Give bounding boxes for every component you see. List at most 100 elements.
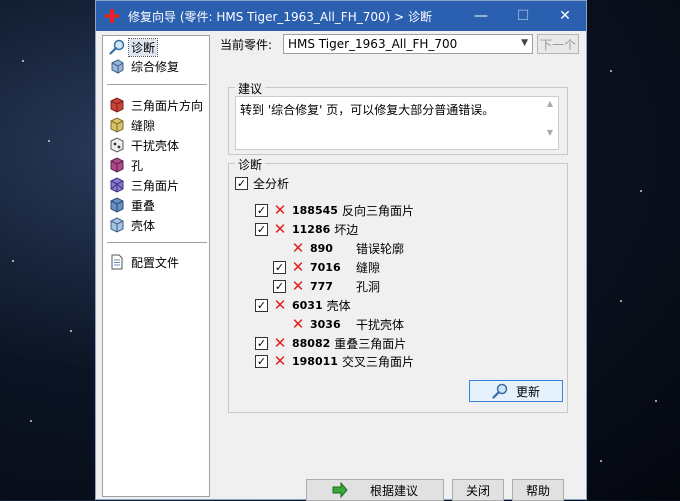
error-x-icon: ✕ — [291, 239, 305, 257]
sidebar-divider — [107, 242, 207, 243]
diag-checkbox[interactable]: ✓ — [255, 336, 268, 350]
scroll-down-icon: ▼ — [546, 128, 554, 137]
error-x-icon: ✕ — [273, 352, 287, 370]
sidebar-item-normals[interactable]: 三角面片方向 — [109, 96, 205, 114]
diag-row-holes[interactable]: ✓ ✕ 777 孔洞 — [273, 277, 380, 295]
star — [600, 460, 602, 462]
sidebar-item-label: 重叠 — [131, 198, 156, 213]
title-bar[interactable]: 修复向导 (零件: HMS Tiger_1963_All_FH_700) > 诊… — [96, 1, 586, 31]
diag-row-overlapping-triangles[interactable]: ✓ ✕ 88082 重叠三角面片 — [255, 334, 406, 352]
intersecting-shells-icon — [110, 137, 124, 153]
diag-count: 7016 — [310, 260, 341, 274]
diag-label: 坏边 — [334, 222, 359, 237]
help-button[interactable]: 帮助 — [512, 479, 564, 501]
diag-label: 重叠三角面片 — [334, 336, 407, 351]
diag-label: 干扰壳体 — [356, 317, 405, 332]
diag-row-bad-contours: ✕ 890 错误轮廓 — [291, 239, 404, 257]
sidebar-item-label: 孔 — [131, 158, 144, 173]
diag-row-inverted-normals[interactable]: ✓ ✕ 188545 反向三角面片 — [255, 201, 414, 219]
sidebar-item-intersecting-shells[interactable]: 干扰壳体 — [109, 136, 181, 154]
sidebar-item-shells[interactable]: 壳体 — [109, 216, 157, 234]
star — [22, 60, 24, 62]
minimize-button[interactable]: — — [460, 1, 502, 31]
sidebar-item-diagnosis[interactable]: 诊断 — [109, 37, 159, 57]
sidebar-item-label: 三角面片方向 — [131, 98, 204, 113]
sidebar-item-label: 综合修复 — [131, 59, 180, 74]
update-button-label: 更新 — [515, 384, 540, 399]
sidebar-item-holes[interactable]: 孔 — [109, 156, 145, 174]
overlap-icon — [110, 197, 124, 213]
advice-group: 建议 转到 '综合修复' 页，可以修复大部分普通错误。 ▲ ▼ — [228, 80, 568, 155]
hole-icon — [110, 157, 124, 173]
apply-advice-button[interactable]: 根据建议 — [306, 479, 444, 501]
diag-count: 198011 — [292, 354, 338, 368]
diag-label: 交叉三角面片 — [341, 354, 414, 369]
sidebar-item-label: 配置文件 — [131, 255, 180, 270]
star — [640, 190, 642, 192]
error-x-icon: ✕ — [273, 296, 287, 314]
repair-wizard-window: 修复向导 (零件: HMS Tiger_1963_All_FH_700) > 诊… — [95, 0, 587, 501]
diag-checkbox[interactable]: ✓ — [255, 222, 268, 236]
star — [655, 400, 657, 402]
app-cross-icon — [105, 9, 119, 23]
full-analysis-checkbox-row[interactable]: ✓ 全分析 — [235, 174, 289, 192]
sidebar-item-fix-wizard[interactable]: 综合修复 — [109, 57, 181, 75]
sidebar-item-triangles[interactable]: 三角面片 — [109, 176, 181, 194]
sidebar-item-label: 三角面片 — [131, 178, 180, 193]
error-x-icon: ✕ — [273, 334, 287, 352]
diag-row-intersecting-triangles[interactable]: ✓ ✕ 198011 交叉三角面片 — [255, 352, 414, 370]
diag-row-bad-edges[interactable]: ✓ ✕ 11286 坏边 — [255, 220, 358, 238]
diag-count: 3036 — [310, 317, 341, 331]
full-analysis-checkbox[interactable]: ✓ — [235, 176, 248, 190]
advice-textbox[interactable]: 转到 '综合修复' 页，可以修复大部分普通错误。 ▲ ▼ — [235, 96, 559, 150]
sidebar-item-label: 干扰壳体 — [131, 138, 180, 153]
sidebar-item-label: 诊断 — [127, 37, 159, 57]
sidebar-item-label: 缝隙 — [131, 118, 156, 133]
advice-scrollbar[interactable]: ▲ ▼ — [544, 99, 556, 147]
diag-checkbox[interactable]: ✓ — [273, 279, 286, 293]
advice-group-title: 建议 — [235, 80, 266, 97]
current-part-value: HMS Tiger_1963_All_FH_700 — [288, 37, 458, 51]
wizard-sidebar: 诊断 综合修复 三角面片方向 缝隙 干扰壳体 孔 三角面片 重叠 壳体 配置文件 — [102, 35, 210, 497]
diag-checkbox[interactable]: ✓ — [273, 260, 286, 274]
current-part-select[interactable]: HMS Tiger_1963_All_FH_700 ▼ — [283, 34, 533, 54]
sidebar-item-profile[interactable]: 配置文件 — [109, 253, 181, 271]
sidebar-item-overlap[interactable]: 重叠 — [109, 196, 157, 214]
maximize-button[interactable]: ☐ — [502, 1, 544, 31]
diag-label: 错误轮廓 — [356, 241, 405, 256]
error-x-icon: ✕ — [273, 201, 287, 219]
star — [30, 420, 32, 422]
diagnosis-group-title: 诊断 — [235, 156, 266, 173]
window-title: 修复向导 (零件: HMS Tiger_1963_All_FH_700) > 诊… — [128, 9, 433, 24]
star — [12, 260, 14, 262]
star — [610, 70, 612, 72]
diag-row-gaps[interactable]: ✓ ✕ 7016 缝隙 — [273, 258, 380, 276]
shell-icon — [110, 217, 124, 233]
close-button[interactable]: 关闭 — [452, 479, 504, 501]
error-x-icon: ✕ — [291, 315, 305, 333]
next-part-button[interactable]: 下一个 — [537, 34, 579, 54]
close-window-button[interactable]: ✕ — [544, 1, 586, 31]
document-icon — [111, 254, 123, 270]
diag-checkbox[interactable]: ✓ — [255, 298, 268, 312]
star — [70, 330, 72, 332]
error-x-icon: ✕ — [273, 220, 287, 238]
diag-row-shells[interactable]: ✓ ✕ 6031 壳体 — [255, 296, 351, 314]
diagnosis-group: 诊断 ✓ 全分析 ✓ ✕ 188545 反向三角面片 ✓ ✕ 11286 坏边 … — [228, 156, 568, 413]
sidebar-item-gaps[interactable]: 缝隙 — [109, 116, 157, 134]
diag-label: 壳体 — [326, 298, 351, 313]
current-part-label: 当前零件: — [220, 38, 273, 52]
diag-checkbox[interactable]: ✓ — [255, 354, 268, 368]
diag-label: 缝隙 — [356, 260, 381, 275]
advice-text: 转到 '综合修复' 页，可以修复大部分普通错误。 — [240, 103, 495, 117]
chevron-down-icon: ▼ — [521, 38, 528, 48]
sidebar-divider — [107, 84, 207, 85]
diag-row-intersecting-shells: ✕ 3036 干扰壳体 — [291, 315, 404, 333]
diag-label: 反向三角面片 — [341, 203, 414, 218]
cube-repair-icon — [111, 59, 124, 74]
diag-checkbox[interactable]: ✓ — [255, 203, 268, 217]
diag-label: 孔洞 — [356, 279, 381, 294]
update-button[interactable]: 更新 — [469, 380, 563, 402]
diag-count: 188545 — [292, 203, 338, 217]
error-x-icon: ✕ — [291, 277, 305, 295]
